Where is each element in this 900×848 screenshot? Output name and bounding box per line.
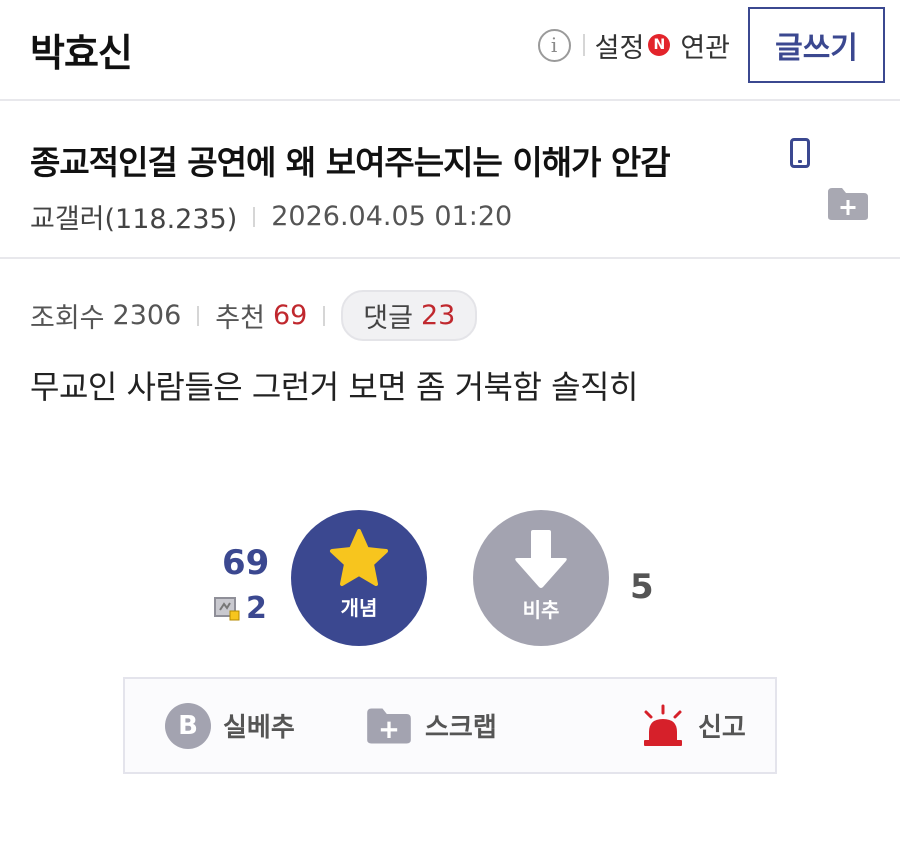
gallery-header: 박효신 i 설정 N 연관 글쓰기 — [0, 0, 900, 101]
related-link[interactable]: 연관 — [680, 26, 730, 65]
post-body: 무교인 사람들은 그런거 보면 좀 거북함 솔직히 — [30, 368, 638, 406]
views-label: 조회수 — [30, 303, 105, 334]
report-label: 신고 — [698, 713, 746, 743]
post-title: 종교적인걸 공연에 왜 보여주는지는 이해가 안감 — [30, 143, 671, 182]
header-actions: i 설정 N 연관 글쓰기 — [537, 7, 885, 83]
info-icon[interactable]: i — [537, 28, 571, 62]
report-button[interactable]: 신고 — [640, 679, 746, 772]
post-action-bar: B 실베추 스크랩 신고 — [123, 677, 777, 774]
siren-icon — [644, 704, 682, 746]
best-b-icon: B — [165, 702, 211, 749]
views-count: 2306 — [112, 300, 182, 331]
scrap-button[interactable]: 스크랩 — [365, 679, 497, 772]
fixed-vote-row: 2 — [214, 591, 267, 626]
arrow-down-icon — [515, 530, 567, 588]
fixed-vote-count: 2 — [246, 591, 267, 626]
folder-plus-icon — [367, 708, 411, 743]
settings-link[interactable]: 설정 — [595, 26, 645, 65]
divider — [197, 305, 200, 326]
new-badge: N — [648, 34, 671, 56]
best-recommend-button[interactable]: B 실베추 — [165, 679, 295, 772]
divider — [323, 305, 326, 326]
gallery-title[interactable]: 박효신 — [30, 22, 133, 77]
write-button[interactable]: 글쓰기 — [748, 7, 885, 83]
down-vote-count: 5 — [630, 567, 654, 607]
upvote-button[interactable]: 개념 — [291, 510, 427, 646]
post-meta: 교갤러(118.235) 2026.04.05 01:20 — [30, 197, 512, 236]
downvote-label: 비추 — [522, 598, 560, 622]
recommend-count: 69 — [272, 300, 308, 331]
up-vote-count: 69 — [222, 543, 270, 583]
comments-button[interactable]: 댓글 23 — [341, 290, 478, 341]
upvote-label: 개념 — [340, 596, 378, 620]
folder-plus-icon[interactable] — [826, 186, 870, 222]
downvote-button[interactable]: 비추 — [473, 510, 609, 646]
fix-icon — [214, 596, 240, 620]
best-recommend-label: 실베추 — [223, 713, 295, 743]
scrap-label: 스크랩 — [425, 713, 497, 743]
divider — [582, 34, 585, 56]
author-name[interactable]: 교갤러(118.235) — [30, 197, 237, 236]
post-stats: 조회수 2306 추천 69 댓글 23 — [30, 290, 478, 341]
comments-count: 23 — [420, 300, 456, 331]
comments-label: 댓글 — [363, 303, 413, 334]
recommend-label: 추천 — [215, 303, 265, 334]
post-date: 2026.04.05 01:20 — [271, 201, 513, 232]
star-icon — [330, 529, 388, 586]
divider — [253, 206, 256, 227]
post-header: 종교적인걸 공연에 왜 보여주는지는 이해가 안감 교갤러(118.235) 2… — [0, 101, 900, 259]
mobile-icon — [790, 138, 810, 168]
